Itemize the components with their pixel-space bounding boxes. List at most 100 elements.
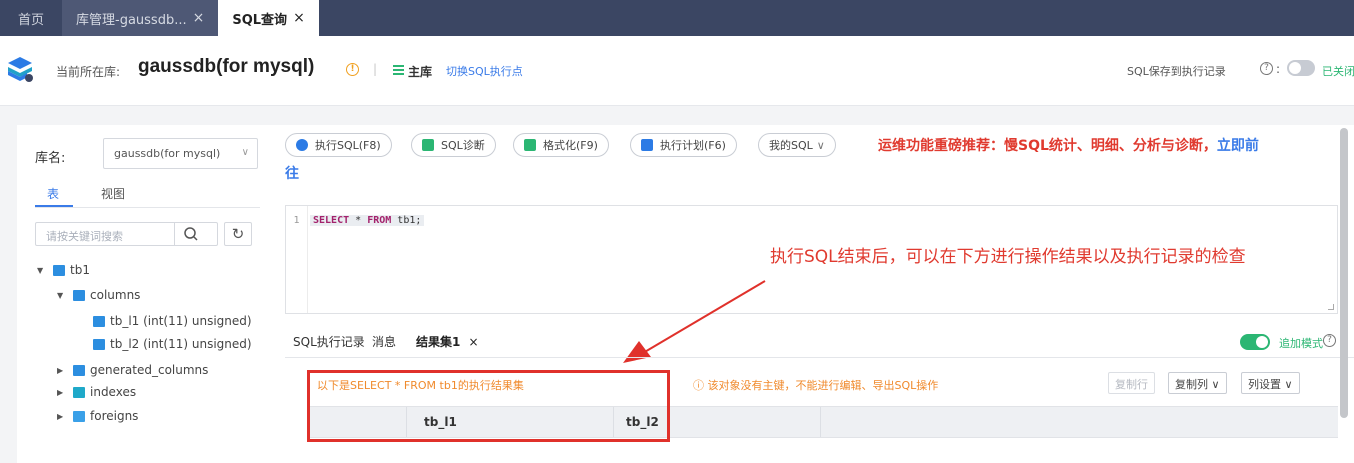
tree-node-label: foreigns: [90, 409, 139, 423]
resize-handle[interactable]: [1328, 304, 1334, 310]
chevron-down-icon: ∨: [816, 138, 825, 152]
tab-db-management-label: 库管理-gaussdb...: [76, 12, 187, 28]
column-icon: [93, 338, 105, 350]
close-icon[interactable]: ×: [193, 10, 205, 26]
close-icon[interactable]: ×: [293, 10, 305, 26]
promo-link[interactable]: 立即前: [1217, 138, 1259, 154]
database-logo-icon: [8, 57, 33, 82]
caret-right-icon: ▶: [57, 387, 64, 397]
search-button[interactable]: [174, 222, 206, 246]
tab-execution-history[interactable]: SQL执行记录: [293, 333, 365, 350]
sql-code-line[interactable]: SELECT * FROM tb1;: [310, 215, 425, 226]
caret-down-icon: ▼: [57, 290, 64, 300]
format-button[interactable]: 格式化(F9): [513, 133, 609, 157]
tree-node-columns[interactable]: ▼ columns: [57, 288, 140, 302]
divider: [285, 357, 1354, 358]
sql-keyword: FROM: [367, 215, 392, 226]
column-settings-label: 列设置: [1248, 378, 1281, 391]
copy-column-dropdown[interactable]: 复制列 ∨: [1168, 372, 1227, 394]
search-icon: [184, 227, 198, 241]
tree-node-generated-columns[interactable]: ▶ generated_columns: [57, 363, 208, 377]
chevron-down-icon: ∨: [1211, 378, 1220, 391]
tab-result-set-label: 结果集1: [416, 335, 461, 349]
foreign-key-icon: [73, 410, 85, 422]
tree-node-label: generated_columns: [90, 363, 209, 377]
caret-right-icon: ▶: [57, 365, 64, 375]
save-history-toggle[interactable]: [1287, 60, 1315, 76]
line-number: 1: [293, 215, 300, 226]
append-mode-toggle[interactable]: [1240, 334, 1270, 350]
my-sql-dropdown[interactable]: 我的SQL ∨: [758, 133, 836, 157]
format-icon: [524, 139, 536, 151]
close-icon[interactable]: ×: [469, 335, 479, 349]
info-icon[interactable]: !: [346, 63, 359, 76]
sql-token: tb1;: [391, 215, 422, 226]
promo-text: 运维功能重磅推荐：慢SQL统计、明细、分析与诊断，: [878, 138, 1217, 154]
toggle-state-label: 已关闭: [1322, 65, 1354, 78]
master-label: 主库: [408, 65, 433, 79]
tab-home[interactable]: 首页: [0, 0, 62, 36]
chevron-down-icon: ∨: [241, 147, 249, 158]
switch-execution-point-link[interactable]: 切换SQL执行点: [446, 63, 523, 79]
explain-plan-label: 执行计划(F6): [660, 139, 726, 152]
sql-keyword: SELECT: [313, 215, 350, 226]
search-placeholder: 请按关键词搜索: [46, 230, 123, 243]
copy-row-button[interactable]: 复制行: [1108, 372, 1155, 394]
folder-icon: [73, 364, 85, 376]
execute-sql-label: 执行SQL(F8): [315, 139, 381, 152]
tree-node-foreigns[interactable]: ▶ foreigns: [57, 409, 138, 423]
append-mode-label: 追加模式: [1279, 337, 1323, 350]
db-select-label: 库名:: [35, 151, 66, 166]
master-node-icon: [393, 65, 404, 75]
copy-column-label: 复制列: [1175, 378, 1208, 391]
tree-node-indexes[interactable]: ▶ indexes: [57, 385, 136, 399]
format-label: 格式化(F9): [543, 139, 598, 152]
sql-token: *: [349, 215, 368, 226]
chevron-down-icon: ∨: [1284, 378, 1293, 391]
caret-down-icon: ▼: [37, 265, 44, 275]
column-icon: [93, 315, 105, 327]
explain-plan-button[interactable]: 执行计划(F6): [630, 133, 737, 157]
tree-node-label: tb_l2 (int(11) unsigned): [110, 337, 252, 351]
tab-sql-query-label: SQL查询: [232, 12, 288, 28]
tab-messages[interactable]: 消息: [372, 333, 396, 350]
divider: [35, 207, 260, 208]
tab-result-set-1[interactable]: 结果集1 ×: [416, 333, 479, 350]
help-icon[interactable]: ?: [1323, 334, 1336, 347]
promo-link-continued[interactable]: 往: [285, 163, 299, 183]
save-to-history-label: SQL保存到执行记录: [1127, 65, 1226, 78]
refresh-button[interactable]: ↻: [224, 222, 252, 246]
tree-node-column[interactable]: tb_l1 (int(11) unsigned): [93, 314, 252, 328]
scrollbar[interactable]: [1340, 128, 1348, 418]
no-primary-key-warning: ⓘ 该对象没有主键，不能进行编辑、导出SQL操作: [693, 379, 939, 392]
help-icon[interactable]: ?: [1260, 62, 1273, 75]
promo-banner: 运维功能重磅推荐：慢SQL统计、明细、分析与诊断，立即前: [878, 135, 1259, 155]
caret-right-icon: ▶: [57, 411, 64, 421]
diagnose-icon: [422, 139, 434, 151]
db-select-value: gaussdb(for mysql): [114, 147, 221, 160]
execute-sql-button[interactable]: 执行SQL(F8): [285, 133, 392, 157]
index-icon: [73, 386, 85, 398]
divider: |: [373, 62, 378, 76]
my-sql-label: 我的SQL: [769, 139, 813, 152]
tab-db-management[interactable]: 库管理-gaussdb... ×: [62, 0, 219, 36]
annotation-arrow: [623, 280, 766, 363]
tab-tables[interactable]: 表: [47, 185, 59, 202]
tab-views[interactable]: 视图: [101, 185, 125, 202]
plan-icon: [641, 139, 653, 151]
tree-node-label: indexes: [90, 385, 137, 399]
tree-node-tb1[interactable]: ▼ tb1: [37, 263, 90, 277]
tab-home-label: 首页: [18, 12, 45, 28]
db-select[interactable]: gaussdb(for mysql) ∨: [103, 138, 258, 169]
main-panel: 库名: gaussdb(for mysql) ∨ 表 视图 请按关键词搜索 ↻ …: [17, 125, 1354, 463]
refresh-icon: ↻: [231, 225, 245, 243]
column-settings-dropdown[interactable]: 列设置 ∨: [1241, 372, 1300, 394]
tab-sql-query[interactable]: SQL查询 ×: [218, 0, 319, 36]
folder-icon: [73, 289, 85, 301]
sql-diagnose-button[interactable]: SQL诊断: [411, 133, 496, 157]
play-icon: [296, 139, 308, 151]
tree-node-label: tb1: [70, 263, 90, 277]
tree-node-column[interactable]: tb_l2 (int(11) unsigned): [93, 337, 252, 351]
top-tab-bar: 首页 库管理-gaussdb... × SQL查询 ×: [0, 0, 1354, 36]
tree-node-label: columns: [90, 288, 141, 302]
